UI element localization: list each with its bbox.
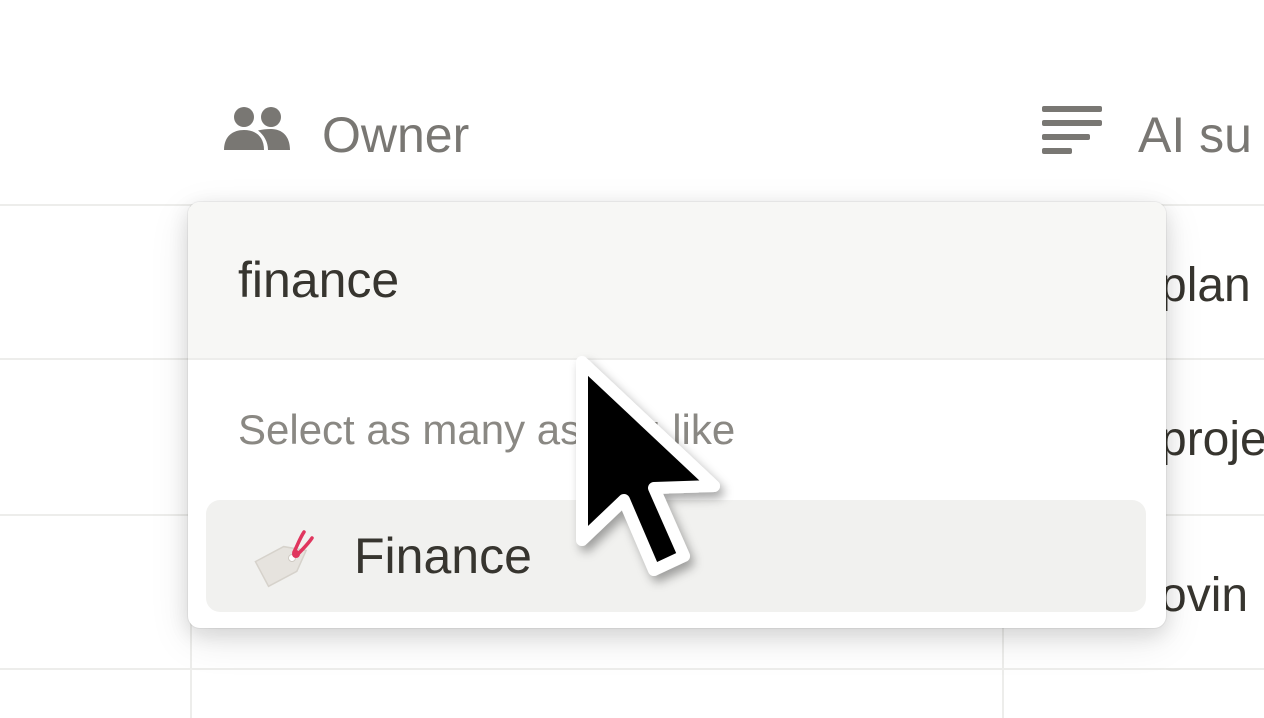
owner-column-label: Owner [322, 107, 470, 163]
price-tag-icon [242, 514, 326, 598]
arrow-cursor [568, 352, 738, 592]
ai-summary-cell[interactable]: ovin [1160, 568, 1248, 623]
database-view: Owner AI su plan proje ovin Select as ma [0, 0, 1264, 718]
people-icon [222, 106, 292, 164]
ai-summary-column-header[interactable]: AI su [1040, 95, 1252, 175]
table-header-row: Owner AI su [0, 95, 1264, 175]
owner-column-header[interactable]: Owner [222, 95, 469, 175]
ai-summary-column-label: AI su [1138, 107, 1252, 163]
ai-summary-cell[interactable]: proje [1160, 412, 1264, 467]
ai-summary-cell[interactable]: plan [1160, 258, 1251, 313]
option-label: Finance [354, 528, 532, 584]
text-lines-icon [1040, 104, 1104, 166]
search-input[interactable] [238, 250, 1118, 310]
search-box [188, 202, 1166, 360]
